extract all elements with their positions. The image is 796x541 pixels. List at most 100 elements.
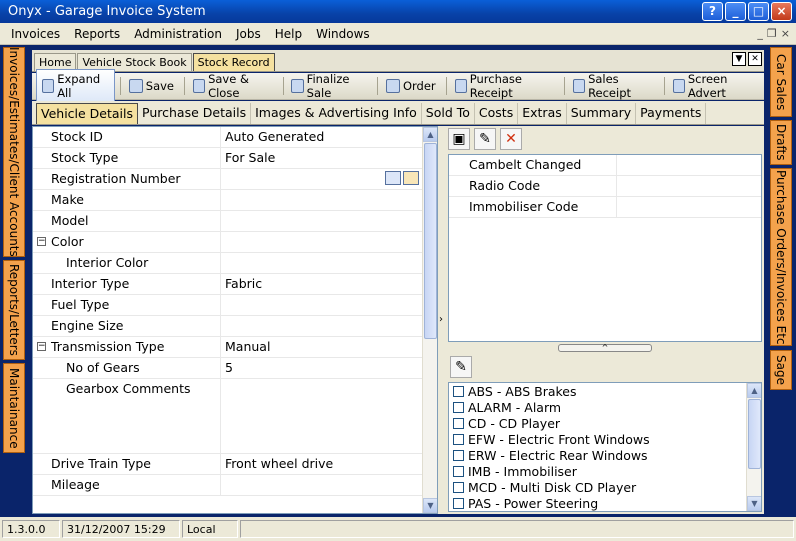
tab-payments[interactable]: Payments [636, 103, 707, 124]
checkbox[interactable] [453, 481, 464, 493]
minimize-icon[interactable]: _ [725, 2, 746, 21]
list-item[interactable]: ALARM - Alarm [449, 399, 761, 415]
table-row[interactable]: Interior Color [33, 253, 423, 274]
menu-help[interactable]: Help [268, 27, 309, 41]
checkbox[interactable] [453, 417, 464, 429]
side-tab-drafts[interactable]: Drafts [770, 120, 792, 165]
table-row[interactable]: Fuel Type [33, 295, 423, 316]
edit-icon[interactable] [403, 171, 419, 185]
table-row[interactable]: Model [33, 211, 423, 232]
side-tab-sage[interactable]: Sage [770, 350, 792, 390]
mdi-close-icon[interactable]: × [781, 27, 790, 40]
add-icon[interactable]: ▣ [448, 128, 470, 150]
tab-extras[interactable]: Extras [518, 103, 567, 124]
save-close-button[interactable]: Save & Close [188, 70, 278, 102]
list-item[interactable]: CD - CD Player [449, 415, 761, 431]
side-tab-car-sales[interactable]: Car Sales [770, 47, 792, 117]
list-item[interactable]: ERW - Electric Rear Windows [449, 447, 761, 463]
menu-jobs[interactable]: Jobs [229, 27, 268, 41]
property-value[interactable] [221, 169, 423, 189]
sales-receipt-button[interactable]: Sales Receipt [568, 70, 659, 102]
tab-list-icon[interactable]: ▼ [732, 52, 746, 66]
edit-icon[interactable]: ✎ [474, 128, 496, 150]
property-grid-scrollbar[interactable]: ▲ ▼ [422, 127, 437, 513]
table-row[interactable]: Gearbox Comments [33, 379, 423, 454]
list-item[interactable]: PAS - Power Steering [449, 495, 761, 511]
property-value[interactable] [221, 253, 423, 273]
checkbox[interactable] [453, 465, 464, 477]
save-button[interactable]: Save [124, 77, 179, 95]
property-value[interactable]: For Sale [221, 148, 423, 168]
list-item[interactable]: ABS - ABS Brakes [449, 383, 761, 399]
property-value[interactable] [221, 295, 423, 315]
property-value[interactable] [221, 190, 423, 210]
property-value[interactable]: Front wheel drive [221, 454, 423, 474]
table-row[interactable]: Stock Type For Sale [33, 148, 423, 169]
tab-sold-to[interactable]: Sold To [422, 103, 475, 124]
scroll-up-icon[interactable]: ▲ [747, 383, 761, 398]
table-row[interactable]: Mileage [33, 475, 423, 496]
mdi-restore-icon[interactable]: ❐ [767, 27, 777, 40]
tab-stock-record[interactable]: Stock Record [192, 53, 275, 71]
table-row[interactable]: Stock ID Auto Generated [33, 127, 423, 148]
property-value[interactable] [221, 475, 423, 495]
screen-advert-button[interactable]: Screen Advert [668, 70, 762, 102]
table-row[interactable]: − Color [33, 232, 423, 253]
property-value[interactable] [221, 232, 423, 252]
property-value[interactable] [221, 211, 423, 231]
edit-extras-icon[interactable]: ✎ [450, 356, 472, 378]
checkbox[interactable] [453, 497, 464, 509]
menu-windows[interactable]: Windows [309, 27, 377, 41]
menu-administration[interactable]: Administration [127, 27, 229, 41]
side-tab-invoices[interactable]: Invoices/Estimates/Client Accounts [3, 47, 25, 257]
help-icon[interactable]: ? [702, 2, 723, 21]
tab-vehicle-details[interactable]: Vehicle Details [36, 103, 139, 124]
chevron-right-icon[interactable]: › [439, 314, 443, 325]
maximize-icon[interactable]: □ [748, 2, 769, 21]
table-row[interactable]: Radio Code [449, 176, 761, 197]
checkbox[interactable] [453, 401, 464, 413]
list-item[interactable]: EFW - Electric Front Windows [449, 431, 761, 447]
side-tab-reports[interactable]: Reports/Letters [3, 260, 25, 360]
table-row[interactable]: Engine Size [33, 316, 423, 337]
side-tab-maintainance[interactable]: Maintainance [3, 363, 25, 453]
checkbox[interactable] [453, 385, 464, 397]
finalize-sale-button[interactable]: Finalize Sale [286, 70, 372, 102]
lookup-icon[interactable] [385, 171, 401, 185]
table-row[interactable]: Registration Number [33, 169, 423, 190]
list-item[interactable]: IMB - Immobiliser [449, 463, 761, 479]
tab-images-advertising[interactable]: Images & Advertising Info [251, 103, 422, 124]
table-row[interactable]: − Transmission Type Manual [33, 337, 423, 358]
property-value[interactable]: Auto Generated [221, 127, 423, 147]
tab-costs[interactable]: Costs [475, 103, 519, 124]
scroll-down-icon[interactable]: ▼ [747, 496, 761, 511]
table-row[interactable]: Drive Train Type Front wheel drive [33, 454, 423, 475]
purchase-receipt-button[interactable]: Purchase Receipt [450, 70, 559, 102]
list-item[interactable]: MCD - Multi Disk CD Player [449, 479, 761, 495]
scroll-up-icon[interactable]: ▲ [423, 127, 437, 142]
close-icon[interactable]: × [771, 2, 792, 21]
splitter-grip[interactable]: ^ [558, 344, 652, 352]
checkbox[interactable] [453, 433, 464, 445]
tab-purchase-details[interactable]: Purchase Details [138, 103, 252, 124]
delete-icon[interactable]: ✕ [500, 128, 522, 150]
extras-scrollbar[interactable]: ▲ ▼ [746, 383, 761, 511]
tab-summary[interactable]: Summary [567, 103, 637, 124]
scroll-thumb[interactable] [748, 399, 761, 469]
collapse-icon[interactable]: − [37, 237, 46, 246]
table-row[interactable]: Cambelt Changed [449, 155, 761, 176]
chevron-up-icon[interactable]: ^ [602, 343, 609, 352]
expand-all-button[interactable]: Expand All [36, 69, 115, 103]
order-button[interactable]: Order [381, 77, 441, 95]
mdi-minimize-icon[interactable]: _ [757, 27, 763, 40]
scroll-thumb[interactable] [424, 143, 437, 339]
table-row[interactable]: No of Gears 5 [33, 358, 423, 379]
menu-reports[interactable]: Reports [67, 27, 127, 41]
property-value[interactable] [221, 316, 423, 336]
menu-invoices[interactable]: Invoices [4, 27, 67, 41]
checkbox[interactable] [453, 449, 464, 461]
property-value[interactable]: 5 [221, 358, 423, 378]
panel-splitter[interactable]: › [438, 126, 446, 514]
table-row[interactable]: Interior Type Fabric [33, 274, 423, 295]
property-value[interactable]: Fabric [221, 274, 423, 294]
